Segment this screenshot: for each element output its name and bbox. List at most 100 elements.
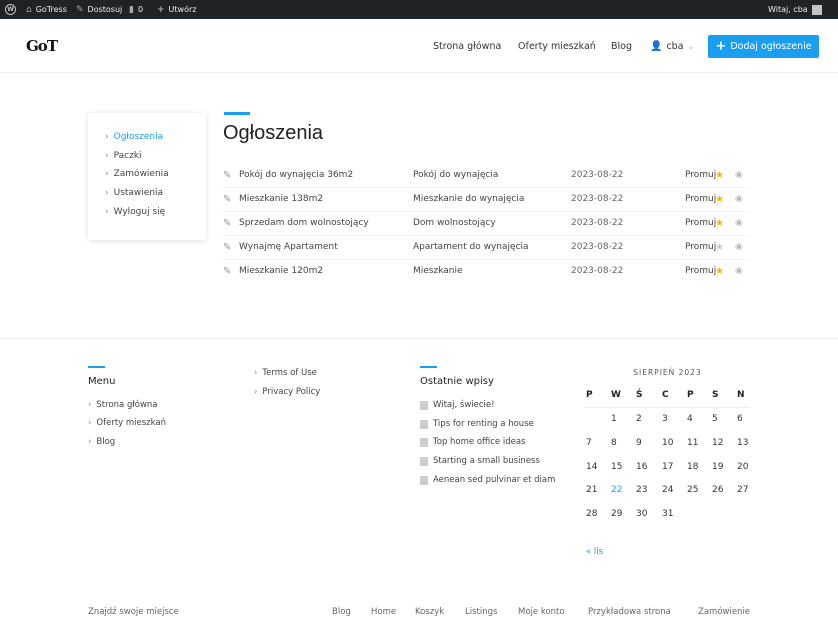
recent-post[interactable]: Starting a small business (420, 456, 540, 466)
adminbar-customize-label: Dostosuj (87, 5, 123, 14)
document-icon (420, 456, 428, 466)
adminbar-greeting: Witaj, cba (768, 5, 808, 14)
chevron-down-icon: ⌄ (687, 41, 695, 51)
plus-icon: + (715, 39, 727, 54)
listing-title[interactable]: Pokój do wynajęcia 36m2 (239, 170, 353, 180)
star-icon[interactable]: ★ (715, 170, 724, 181)
wp-logo-menu[interactable]: W (5, 0, 16, 19)
listing-title[interactable]: Sprzedam dom wolnostojący (239, 218, 369, 228)
sidebar-item-packages[interactable]: › Paczki (105, 151, 142, 161)
listing-date: 2023-08-22 (571, 218, 624, 228)
star-icon[interactable]: ★ (715, 218, 724, 229)
menu-accent-bar (88, 366, 105, 368)
promote-link[interactable]: Promuj (685, 242, 716, 252)
table-row: ✎ Sprzedam dom wolnostojący Dom wolnosto… (223, 212, 750, 236)
adminbar-customize[interactable]: ✎ Dostosuj (76, 0, 122, 19)
edit-icon[interactable]: ✎ (223, 266, 231, 277)
recent-post[interactable]: Top home office ideas (420, 437, 526, 447)
bottom-link-order[interactable]: Zamówienie (698, 607, 750, 617)
calendar-day: 27 (737, 485, 749, 496)
footer-menu-blog[interactable]: › Blog (88, 437, 115, 447)
listing-category: Pokój do wynajęcia (413, 170, 499, 180)
eye-icon[interactable]: ◉ (735, 218, 743, 228)
calendar-day: 31 (662, 509, 674, 520)
bottom-link-blog[interactable]: Blog (332, 607, 351, 617)
bottom-link-listings[interactable]: Listings (465, 607, 497, 617)
sidebar-item-settings[interactable]: › Ustawienia (105, 188, 163, 198)
sidebar-item-listings[interactable]: › Ogłoszenia (105, 132, 163, 142)
listing-category: Mieszkanie do wynajęcia (413, 194, 525, 204)
sidebar-item-orders[interactable]: › Zamówienia (105, 169, 169, 179)
promote-link[interactable]: Promuj (685, 218, 716, 228)
calendar-weekday: W (611, 390, 621, 400)
chevron-right-icon: › (88, 418, 92, 428)
nav-home[interactable]: Strona główna (433, 19, 501, 73)
calendar-day: 28 (586, 509, 598, 520)
chevron-right-icon: › (105, 207, 109, 217)
footer-menu-offers[interactable]: › Oferty mieszkań (88, 418, 166, 428)
chevron-right-icon: › (105, 132, 109, 142)
promote-link[interactable]: Promuj (685, 194, 716, 204)
site-logo[interactable]: GoT (26, 37, 58, 55)
adminbar-comments[interactable]: ▮ 0 (129, 0, 143, 19)
adminbar-new[interactable]: + Utwórz (157, 0, 196, 19)
eye-icon[interactable]: ◉ (735, 170, 743, 180)
footer-menu-home[interactable]: › Strona główna (88, 400, 158, 410)
sidebar-item-logout[interactable]: › Wyloguj się (105, 207, 165, 217)
listing-title[interactable]: Mieszkanie 138m2 (239, 194, 323, 204)
calendar-day: 18 (687, 461, 699, 472)
calendar-day: 7 (586, 437, 592, 448)
bottom-link-account[interactable]: Moje konto (518, 607, 565, 617)
bottom-link-sample-page[interactable]: Przykładowa strona (588, 607, 671, 617)
footer-terms-link[interactable]: › Terms of Use (254, 368, 317, 378)
edit-icon[interactable]: ✎ (223, 242, 231, 253)
listing-title[interactable]: Mieszkanie 120m2 (239, 266, 323, 276)
footer-privacy-link[interactable]: › Privacy Policy (254, 387, 320, 397)
nav-blog[interactable]: Blog (611, 19, 632, 73)
star-icon[interactable]: ★ (715, 194, 724, 205)
edit-icon[interactable]: ✎ (223, 218, 231, 229)
recent-post-label: Starting a small business (433, 456, 540, 466)
recent-post[interactable]: Aenean sed pulvinar et diam (420, 475, 555, 485)
recent-accent-bar (420, 366, 437, 368)
star-icon[interactable]: ★ (715, 266, 724, 277)
table-row: ✎ Wynajmę Apartament Apartament do wynaj… (223, 236, 750, 260)
nav-offers[interactable]: Oferty mieszkań (518, 19, 596, 73)
page-title: Ogłoszenia (223, 122, 324, 144)
edit-icon[interactable]: ✎ (223, 194, 231, 205)
eye-icon[interactable]: ◉ (735, 266, 743, 276)
calendar-day: 2 (636, 414, 642, 424)
eye-icon[interactable]: ◉ (735, 242, 743, 252)
star-icon[interactable]: ★ (715, 242, 724, 253)
nav-user-menu[interactable]: 👤 cba ⌄ (650, 19, 694, 73)
chevron-right-icon: › (105, 188, 109, 198)
adminbar-site[interactable]: ⌂ GoTress (26, 0, 67, 19)
calendar-day[interactable]: 22 (611, 485, 631, 495)
adminbar-account[interactable]: Witaj, cba (768, 0, 822, 19)
bottom-link-home[interactable]: Home (371, 607, 396, 617)
calendar-weekday: C (662, 390, 669, 400)
eye-icon[interactable]: ◉ (735, 194, 743, 204)
recent-post[interactable]: Tips for renting a house (420, 419, 534, 429)
site-header: GoT Strona główna Oferty mieszkań Blog 👤… (0, 19, 838, 73)
calendar-weekday: S (712, 390, 719, 400)
bottom-link-cart[interactable]: Koszyk (415, 607, 444, 617)
promote-link[interactable]: Promuj (685, 266, 716, 276)
promote-link[interactable]: Promuj (685, 170, 716, 180)
listing-date: 2023-08-22 (571, 266, 624, 276)
footer-recent-title: Ostatnie wpisy (420, 376, 494, 387)
recent-post[interactable]: Witaj, świecie! (420, 400, 495, 410)
calendar-weekday: P (586, 390, 593, 400)
recent-post-label: Top home office ideas (433, 437, 526, 447)
add-listing-button[interactable]: + Dodaj ogłoszenie (708, 35, 819, 58)
edit-icon[interactable]: ✎ (223, 170, 231, 181)
calendar-caption: SIERPIEŃ 2023 (633, 368, 702, 377)
adminbar-comments-count: 0 (137, 5, 144, 14)
chevron-right-icon: › (105, 169, 109, 179)
calendar-day: 21 (586, 485, 598, 496)
recent-post-label: Tips for renting a house (433, 419, 534, 429)
calendar-prev-link[interactable]: « lis (586, 547, 603, 557)
document-icon (420, 475, 428, 485)
sidebar-item-label: Wyloguj się (113, 207, 166, 217)
listing-title[interactable]: Wynajmę Apartament (239, 242, 338, 252)
